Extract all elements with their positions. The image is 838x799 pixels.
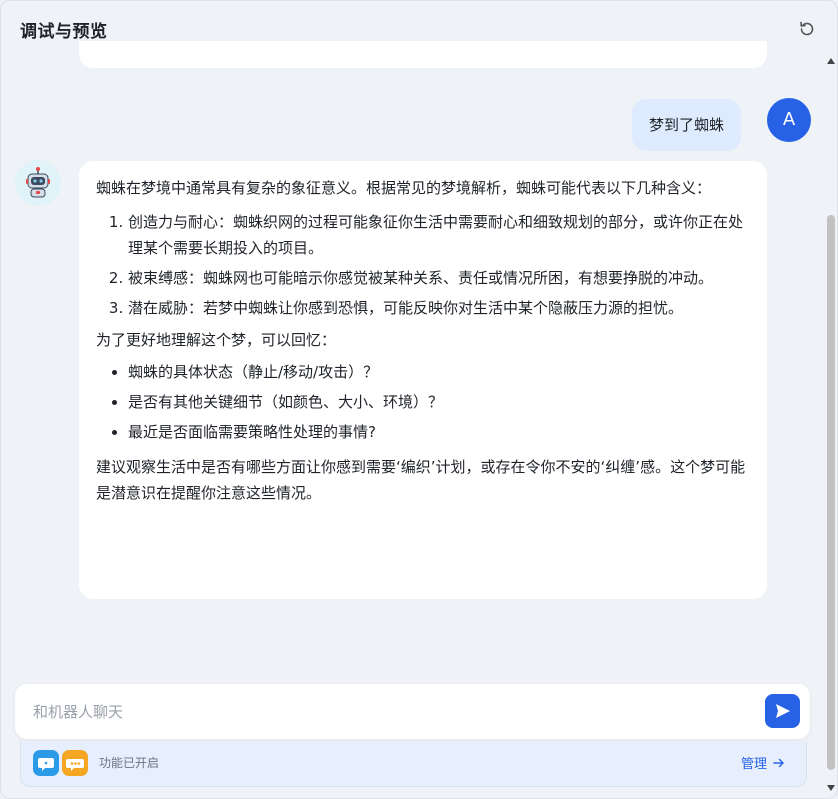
debug-preview-panel: 调试与预览 梦到了蜘蛛 A 蜘蛛在梦境中通常具有复杂的象征意义。根据常见的梦境解… <box>0 0 838 799</box>
user-avatar: A <box>767 98 811 142</box>
robot-icon <box>15 160 61 206</box>
chat-input[interactable] <box>31 696 755 728</box>
refresh-icon[interactable] <box>797 19 817 39</box>
send-button[interactable] <box>765 694 800 728</box>
list-item: 是否有其他关键细节（如颜色、大小、环境）？ <box>128 389 747 415</box>
message-list[interactable]: 梦到了蜘蛛 A 蜘蛛在梦境中通常具有复杂的象征意义。根据常见的梦境解析，蜘蛛可能… <box>1 41 823 661</box>
features-enabled-label: 功能已开启 <box>99 756 160 770</box>
more-dots-icon[interactable] <box>62 750 88 776</box>
list-item: 潜在威胁：若梦中蜘蛛让你感到恐惧，可能反映你对生活中某个隐蔽压力源的担忧。 <box>128 295 747 321</box>
bot-message-bubble: 蜘蛛在梦境中通常具有复杂的象征意义。根据常见的梦境解析，蜘蛛可能代表以下几种含义… <box>79 161 767 599</box>
user-message-bubble: 梦到了蜘蛛 <box>632 99 742 151</box>
manage-label: 管理 <box>741 757 768 772</box>
list-item: 最近是否面临需要策略性处理的事情? <box>128 419 747 445</box>
features-bar: 功能已开启 管理 <box>20 741 807 787</box>
scrollbar-thumb[interactable] <box>827 215 835 770</box>
panel-title: 调试与预览 <box>20 22 108 42</box>
list-item: 蜘蛛的具体状态（静止/移动/攻击）？ <box>128 359 747 385</box>
chat-bubble-icon[interactable] <box>33 750 59 776</box>
send-icon <box>776 704 790 718</box>
list-item: 创造力与耐心：蜘蛛织网的过程可能象征你生活中需要耐心和细致规划的部分，或许你正在… <box>128 209 747 261</box>
bullet-list: 蜘蛛的具体状态（静止/移动/攻击）？ 是否有其他关键细节（如颜色、大小、环境）？… <box>96 359 747 445</box>
bot-message-intro: 蜘蛛在梦境中通常具有复杂的象征意义。根据常见的梦境解析，蜘蛛可能代表以下几种含义… <box>96 179 712 197</box>
bot-message-conclusion: 建议观察生活中是否有哪些方面让你感到需要‘编织’计划，或存在令你不安的‘纠缠’感… <box>96 458 746 502</box>
arrow-right-icon <box>773 757 785 772</box>
scroll-up-arrow[interactable] <box>827 58 835 64</box>
ordered-list: 创造力与耐心：蜘蛛织网的过程可能象征你生活中需要耐心和细致规划的部分，或许你正在… <box>96 209 747 321</box>
manage-link[interactable]: 管理 <box>741 753 785 772</box>
previous-message-bubble <box>79 41 767 68</box>
scroll-down-arrow[interactable] <box>827 785 835 791</box>
list-item: 被束缚感：蜘蛛网也可能暗示你感觉被某种关系、责任或情况所困，有想要挣脱的冲动。 <box>128 265 747 291</box>
chat-composer <box>15 684 810 739</box>
bot-message-followup: 为了更好地理解这个梦，可以回忆： <box>96 331 337 349</box>
